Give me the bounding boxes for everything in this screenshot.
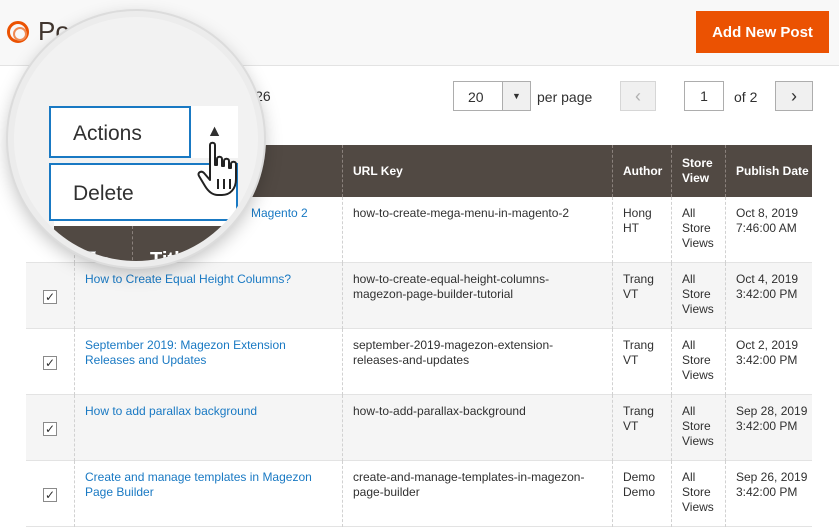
previous-page-button[interactable]: ‹ — [620, 81, 656, 111]
store-view-cell: All Store Views — [671, 395, 725, 461]
publish-date-cell: Oct 4, 2019 3:42:00 PM — [725, 263, 812, 329]
page-number-input[interactable]: 1 — [684, 81, 724, 111]
store-view-cell: All Store Views — [671, 263, 725, 329]
author-cell: Trang VT — [612, 329, 671, 395]
magnifier-lens: ▼ Title Actions ▲ Delete — [8, 11, 264, 267]
column-header-publish-date[interactable]: Publish Date — [725, 145, 812, 197]
table-row: ✓ September 2019: Magezon Extension Rele… — [26, 329, 812, 395]
select-cell: ✓ — [26, 329, 74, 395]
url-key-cell: how-to-add-parallax-background — [342, 395, 612, 461]
per-page-value: 20 — [468, 89, 484, 105]
column-header-author[interactable]: Author — [612, 145, 671, 197]
per-page-select[interactable]: 20 ▼ — [453, 81, 531, 111]
per-page-label: per page — [537, 89, 593, 105]
magnified-view: ▼ Title Actions ▲ Delete — [14, 17, 258, 261]
store-view-cell: All Store Views — [671, 329, 725, 395]
post-title-link[interactable]: Magento 2 — [251, 206, 308, 220]
title-cell: Create and manage templates in Magezon P… — [74, 461, 342, 527]
row-checkbox[interactable]: ✓ — [43, 488, 57, 502]
title-cell: How to Create Equal Height Columns? — [74, 263, 342, 329]
publish-date-cell: Oct 2, 2019 3:42:00 PM — [725, 329, 812, 395]
publish-date-cell: Sep 26, 2019 3:42:00 PM — [725, 461, 812, 527]
actions-label: Actions — [73, 122, 142, 145]
publish-date-cell: Oct 8, 2019 7:46:00 AM — [725, 197, 812, 263]
column-header-url-key[interactable]: URL Key — [342, 145, 612, 197]
magnified-column-divider — [132, 226, 133, 261]
author-cell: Hong HT — [612, 197, 671, 263]
title-cell: September 2019: Magezon Extension Releas… — [74, 329, 342, 395]
row-checkbox[interactable]: ✓ — [43, 356, 57, 370]
select-cell: ✓ — [26, 395, 74, 461]
post-title-link[interactable]: September 2019: Magezon Extension Releas… — [85, 338, 286, 367]
delete-option-label: Delete — [73, 182, 134, 205]
hand-pointer-cursor-icon — [197, 141, 237, 196]
table-row: ✓ How to Create Equal Height Columns? ho… — [26, 263, 812, 329]
title-cell: How to add parallax background — [74, 395, 342, 461]
column-header-store-view[interactable]: Store View — [671, 145, 725, 197]
post-title-link[interactable]: How to add parallax background — [85, 404, 257, 418]
caret-down-icon[interactable]: ▼ — [502, 82, 530, 110]
post-title-link[interactable]: Create and manage templates in Magezon P… — [85, 470, 312, 499]
url-key-cell: how-to-create-mega-menu-in-magento-2 — [342, 197, 612, 263]
store-view-cell: All Store Views — [671, 197, 725, 263]
page-count-label: of 2 — [734, 89, 758, 105]
table-row: ✓ Create and manage templates in Magezon… — [26, 461, 812, 527]
url-key-cell: how-to-create-equal-height-columns-magez… — [342, 263, 612, 329]
next-page-button[interactable]: › — [775, 81, 813, 111]
author-cell: Demo Demo — [612, 461, 671, 527]
table-row: ✓ How to add parallax background how-to-… — [26, 395, 812, 461]
select-cell: ✓ — [26, 461, 74, 527]
url-key-cell: september-2019-magezon-extension-release… — [342, 329, 612, 395]
url-key-cell: create-and-manage-templates-in-magezon-p… — [342, 461, 612, 527]
row-checkbox[interactable]: ✓ — [43, 290, 57, 304]
author-cell: Trang VT — [612, 263, 671, 329]
publish-date-cell: Sep 28, 2019 3:42:00 PM — [725, 395, 812, 461]
author-cell: Trang VT — [612, 395, 671, 461]
select-cell: ✓ — [26, 263, 74, 329]
row-checkbox[interactable]: ✓ — [43, 422, 57, 436]
add-new-post-button[interactable]: Add New Post — [696, 11, 829, 53]
post-title-link[interactable]: How to Create Equal Height Columns? — [85, 272, 291, 286]
store-view-cell: All Store Views — [671, 461, 725, 527]
